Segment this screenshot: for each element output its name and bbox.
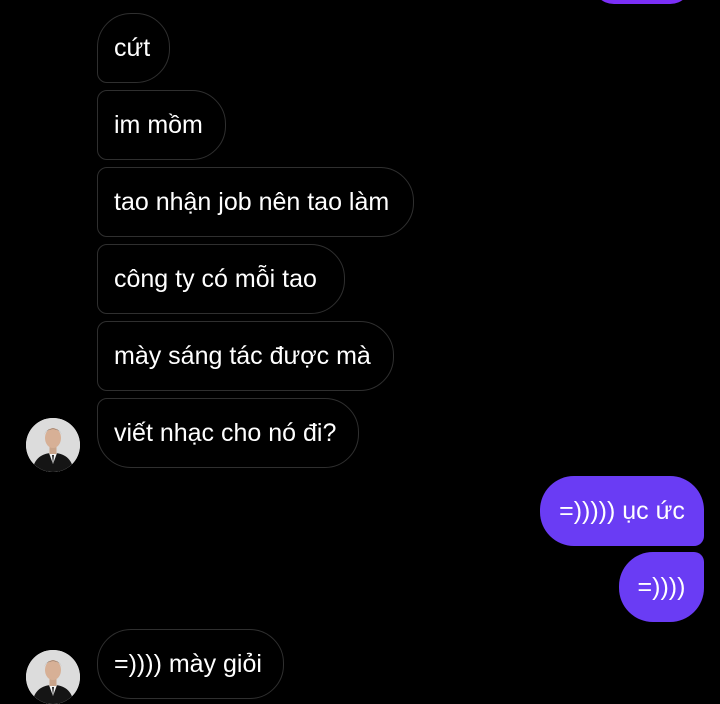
incoming-message[interactable]: im mồm (97, 90, 226, 160)
message-text: viết nhạc cho nó đi? (114, 418, 337, 447)
contact-avatar[interactable] (26, 650, 80, 704)
incoming-message[interactable]: =)))) mày giỏi (97, 629, 284, 699)
message-text: mày sáng tác được mà (114, 341, 371, 370)
incoming-message[interactable]: công ty có mỗi tao (97, 244, 345, 314)
incoming-message[interactable]: mày sáng tác được mà (97, 321, 394, 391)
person-suit-avatar-icon (26, 650, 80, 704)
incoming-message[interactable]: viết nhạc cho nó đi? (97, 398, 359, 468)
message-text: =)))) mày giỏi (114, 649, 262, 678)
message-text: =)))) (637, 572, 686, 601)
message-text: công ty có mỗi tao (114, 264, 317, 293)
incoming-message[interactable]: tao nhận job nên tao làm (97, 167, 414, 237)
person-suit-avatar-icon (26, 418, 80, 472)
message-text: =))))) ục ức (559, 496, 685, 525)
outgoing-message[interactable]: =))))) ục ức (540, 476, 704, 546)
partial-outgoing-bubble (592, 0, 692, 4)
message-text: im mồm (114, 110, 203, 139)
message-text: tao nhận job nên tao làm (114, 187, 390, 216)
message-text: cứt (114, 33, 151, 62)
contact-avatar[interactable] (26, 418, 80, 472)
outgoing-message[interactable]: =)))) (619, 552, 704, 622)
incoming-message[interactable]: cứt (97, 13, 170, 83)
